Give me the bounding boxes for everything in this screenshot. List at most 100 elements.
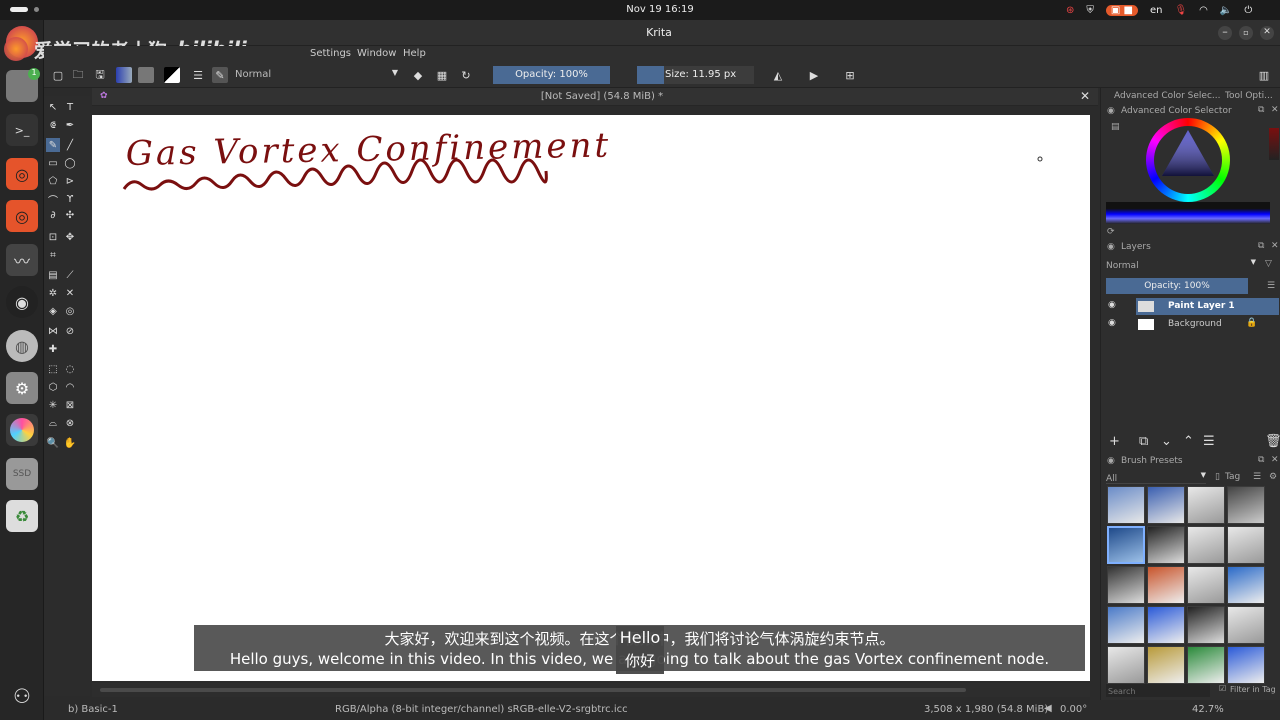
ellipse-tool-icon[interactable]: ◯: [63, 156, 77, 170]
brush-preset[interactable]: [1187, 606, 1225, 644]
brush-preset[interactable]: [1187, 646, 1225, 684]
lock-icon[interactable]: 🔒: [1246, 318, 1257, 328]
edit-shapes-icon[interactable]: ⟃: [46, 118, 60, 132]
language-indicator[interactable]: en: [1150, 5, 1163, 16]
save-icon[interactable]: 🖫: [92, 67, 108, 83]
close-document-icon[interactable]: ✕: [1080, 89, 1090, 103]
layer-filter-icon[interactable]: ▽: [1265, 259, 1272, 269]
wifi-icon[interactable]: ◠: [1199, 5, 1208, 16]
clock[interactable]: Nov 19 16:19: [610, 4, 710, 15]
brush-preset[interactable]: [1187, 526, 1225, 564]
menu-help[interactable]: Help: [403, 48, 426, 59]
gradient-tool-icon[interactable]: ▤: [46, 268, 60, 282]
shield-icon[interactable]: ⛨: [1086, 5, 1094, 16]
brush-preset-icon[interactable]: ✎: [212, 67, 228, 83]
refresh-colors-icon[interactable]: ⟳: [1107, 227, 1115, 237]
power-icon[interactable]: ⏻: [1244, 5, 1252, 16]
rotation-reset-icon[interactable]: ◀: [1044, 703, 1052, 714]
brush-options-icon[interactable]: ⚙: [1269, 472, 1277, 482]
ellipse-select-icon[interactable]: ◌: [63, 362, 77, 376]
close-layers-icon[interactable]: ✕: [1271, 241, 1279, 251]
brush-preset[interactable]: [1227, 646, 1265, 684]
brush-search-input[interactable]: Search: [1106, 684, 1210, 697]
mirror-vertical-icon[interactable]: ▶: [806, 67, 822, 83]
horizontal-scrollbar[interactable]: [92, 683, 1090, 697]
brush-preset[interactable]: [1107, 646, 1145, 684]
layer-row-background[interactable]: ◉ Background 🔒: [1106, 316, 1279, 333]
delete-layer-icon[interactable]: 🗑: [1265, 434, 1280, 449]
move-tool-icon[interactable]: ✥: [63, 230, 77, 244]
close-panel-icon[interactable]: ✕: [1271, 105, 1279, 115]
close-button[interactable]: ✕: [1260, 26, 1274, 40]
contiguous-select-icon[interactable]: ✳: [46, 398, 60, 412]
layer-properties-icon[interactable]: ☰: [1203, 434, 1215, 449]
brush-preset[interactable]: [1147, 486, 1185, 524]
new-document-icon[interactable]: ▢: [50, 67, 66, 83]
tab-color-selector[interactable]: Advanced Color Selec...: [1114, 91, 1221, 101]
terminal-icon[interactable]: >_: [6, 114, 38, 146]
similar-select-icon[interactable]: ⊠: [63, 398, 77, 412]
brush-preset[interactable]: [1147, 606, 1185, 644]
multibrush-icon[interactable]: ✣: [63, 208, 77, 222]
duplicate-layer-icon[interactable]: ⧉: [1139, 434, 1148, 449]
polygon-select-icon[interactable]: ⬡: [46, 380, 60, 394]
brush-preset[interactable]: [1147, 526, 1185, 564]
move-layer-up-icon[interactable]: ⌃: [1183, 434, 1194, 449]
pattern-icon[interactable]: [138, 67, 154, 83]
reload-preset-icon[interactable]: ↻: [458, 67, 474, 83]
minimize-button[interactable]: –: [1218, 26, 1232, 40]
menu-window[interactable]: Window: [357, 48, 396, 59]
color-settings-icon[interactable]: ▤: [1111, 122, 1120, 132]
disk-utility-icon[interactable]: ◍: [6, 330, 38, 362]
layer-row-paint[interactable]: ◉ Paint Layer 1: [1106, 298, 1279, 315]
drawing-canvas[interactable]: Gas Vortex Confinement: [92, 115, 1090, 681]
gradient-icon[interactable]: [116, 67, 132, 83]
enclose-fill-icon[interactable]: ◎: [63, 304, 77, 318]
wrap-around-icon[interactable]: ⊞: [842, 67, 858, 83]
layer-blend-select[interactable]: Normal ▼: [1106, 258, 1256, 272]
fg-bg-color-icon[interactable]: [164, 67, 180, 83]
preserve-alpha-icon[interactable]: ▦: [434, 67, 450, 83]
status-rotation[interactable]: 0.00°: [1060, 704, 1087, 715]
reference-tool-icon[interactable]: ✚: [46, 342, 60, 356]
brush-settings-icon[interactable]: ☰: [190, 67, 206, 83]
filter-in-tag-checkbox[interactable]: ☑: [1219, 684, 1226, 693]
workspace-dot[interactable]: [34, 7, 39, 12]
close-brush-icon[interactable]: ✕: [1271, 455, 1279, 465]
measure-tool-icon[interactable]: ⊘: [63, 324, 77, 338]
smart-patch-icon[interactable]: ✕: [63, 286, 77, 300]
files-icon[interactable]: 1: [6, 68, 40, 102]
brush-preset[interactable]: [1107, 566, 1145, 604]
layer-menu-icon[interactable]: ☰: [1267, 281, 1275, 291]
open-document-icon[interactable]: 🗀: [70, 67, 86, 83]
freehand-brush-icon[interactable]: ✎: [46, 138, 60, 152]
houdini-icon-2[interactable]: ◎: [6, 200, 38, 232]
freehand-select-icon[interactable]: ◠: [63, 380, 77, 394]
float-brush-icon[interactable]: ⧉: [1258, 455, 1264, 465]
bezier-tool-icon[interactable]: ⌒: [46, 192, 60, 207]
brush-preset[interactable]: [1227, 526, 1265, 564]
dynamic-brush-icon[interactable]: ∂: [46, 208, 60, 222]
color-wheel[interactable]: [1146, 118, 1230, 202]
brush-preset[interactable]: [1227, 486, 1265, 524]
status-brush-name[interactable]: b) Basic-1: [68, 704, 118, 715]
status-zoom[interactable]: 42.7%: [1192, 704, 1224, 715]
value-strip[interactable]: [1106, 202, 1270, 224]
show-apps-icon[interactable]: ⚇: [6, 680, 38, 712]
add-layer-icon[interactable]: +: [1109, 434, 1120, 449]
menu-settings[interactable]: Settings: [310, 48, 351, 59]
brush-preset[interactable]: [1187, 566, 1225, 604]
houdini-icon[interactable]: ◎: [6, 158, 38, 190]
mic-muted-icon[interactable]: 🎙: [1174, 5, 1187, 16]
brush-view-menu-icon[interactable]: ☰: [1253, 472, 1261, 482]
brush-preset[interactable]: [1147, 566, 1185, 604]
text-tool-icon[interactable]: T: [63, 100, 77, 114]
color-picker-icon[interactable]: ⟋: [63, 268, 77, 282]
pan-tool-icon[interactable]: ✋: [63, 436, 77, 450]
transform-tool-icon[interactable]: ⊡: [46, 230, 60, 244]
activities-indicator[interactable]: [10, 7, 28, 12]
brush-preset[interactable]: [1147, 646, 1185, 684]
eraser-icon[interactable]: ◆: [410, 67, 426, 83]
polygon-tool-icon[interactable]: ⬠: [46, 174, 60, 188]
float-layers-icon[interactable]: ⧉: [1258, 241, 1264, 251]
